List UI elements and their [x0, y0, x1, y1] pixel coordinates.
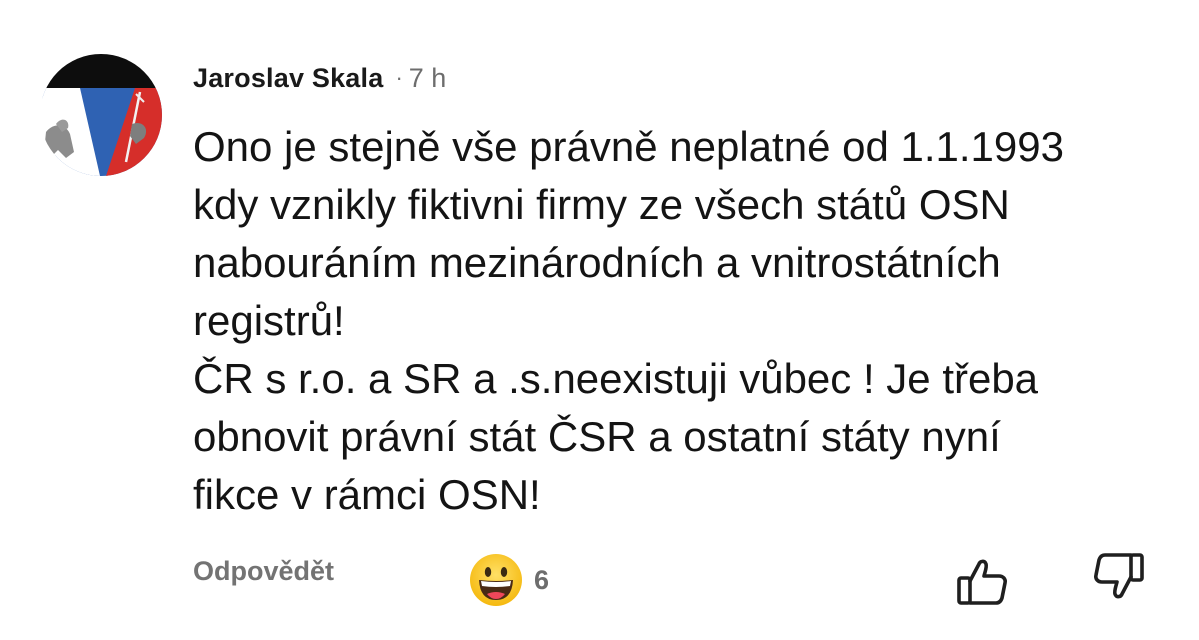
author-name[interactable]: Jaroslav Skala: [193, 63, 383, 94]
dislike-button[interactable]: [1092, 550, 1146, 604]
comment-text-line: nabouráním mezinárodních a vnitrostátníc…: [193, 239, 1001, 286]
reaction-count: 6: [534, 564, 550, 595]
comment-text-line: registrů!: [193, 297, 345, 344]
avatar[interactable]: [40, 54, 162, 176]
timestamp[interactable]: 7 h: [409, 63, 447, 94]
thumbs-down-icon: [1094, 553, 1144, 599]
avatar-flag-image: [40, 54, 162, 176]
comment: Jaroslav Skala · 7 h Ono je stejně vše p…: [0, 0, 1199, 640]
grinning-face-icon: [468, 552, 524, 608]
comment-text-line: fikce v rámci OSN!: [193, 471, 541, 518]
comment-text-line: kdy vznikly fiktivni firmy ze všech stát…: [193, 181, 1010, 228]
comment-text-line: Ono je stejně vše právně neplatné od 1.1…: [193, 123, 1064, 170]
separator-dot: ·: [395, 65, 403, 90]
reply-button[interactable]: Odpovědět: [193, 556, 334, 587]
comment-text: Ono je stejně vše právně neplatné od 1.1…: [193, 118, 1183, 524]
comment-text-line: ČR s r.o. a SR a .s.neexistuji vůbec ! J…: [193, 355, 1039, 402]
reaction-summary[interactable]: 6: [468, 552, 549, 608]
thumbs-up-icon: [957, 559, 1007, 605]
comment-text-line: obnovit právní stát ČSR a ostatní státy …: [193, 413, 1001, 460]
comment-header: Jaroslav Skala · 7 h: [193, 58, 446, 98]
like-button[interactable]: [955, 554, 1009, 608]
